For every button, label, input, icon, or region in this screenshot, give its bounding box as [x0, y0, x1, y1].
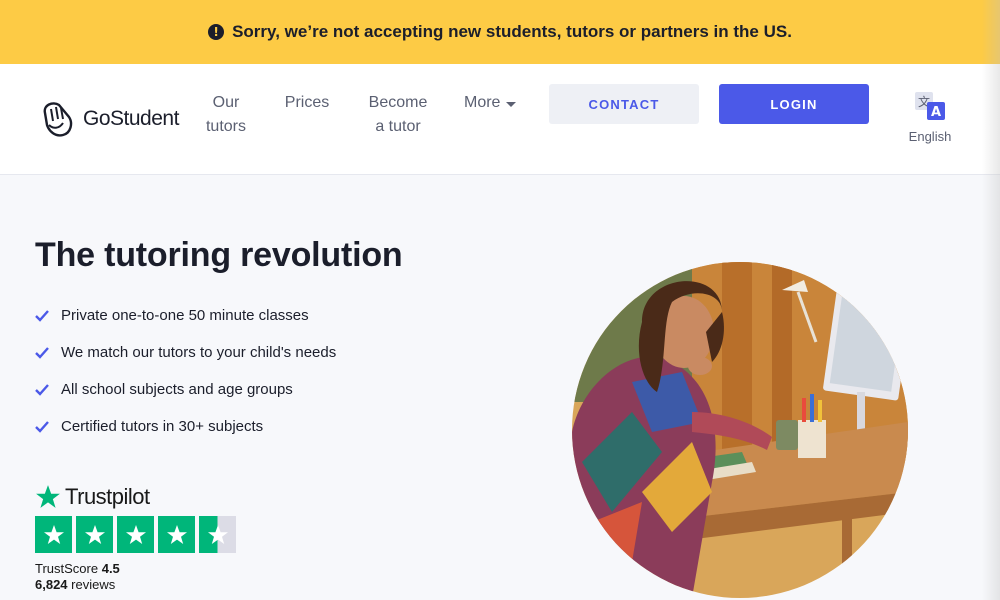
banner-text: Sorry, we’re not accepting new students,… — [232, 22, 792, 41]
rating-star — [117, 516, 154, 553]
announcement-banner: ! Sorry, we’re not accepting new student… — [0, 0, 1000, 64]
star-icon — [207, 524, 228, 544]
nav-become-line1: Become — [368, 94, 428, 111]
feature-text: Certified tutors in 30+ subjects — [61, 418, 264, 435]
feature-item: Private one-to-one 50 minute classes — [35, 297, 336, 334]
trustscore-label: TrustScore — [35, 561, 99, 576]
trustpilot-widget[interactable]: Trustpilot TrustScore 4.5 6,824 reviews — [35, 484, 236, 593]
trustpilot-brand: Trustpilot — [35, 484, 236, 510]
right-edge-shadow — [982, 0, 1000, 600]
check-icon — [35, 346, 49, 359]
brand-name: GoStudent — [83, 107, 179, 130]
feature-text: We match our tutors to your child's need… — [61, 344, 337, 361]
hero-photo — [572, 262, 908, 598]
reviews-count: 6,824 — [35, 577, 68, 592]
nav-prices[interactable]: Prices — [280, 91, 334, 115]
translate-icon: 文 A — [915, 92, 945, 120]
feature-item: All school subjects and age groups — [35, 371, 336, 408]
exclamation-circle-icon: ! — [208, 24, 225, 40]
nav-our-tutors-line1: Our — [212, 94, 240, 111]
trustpilot-rating-stars — [35, 516, 236, 553]
site-header: GoStudent Our tutors Prices Become a tut… — [0, 64, 1000, 175]
nav-more-dropdown[interactable]: More — [464, 91, 528, 115]
check-icon — [35, 383, 49, 396]
trustpilot-score: TrustScore 4.5 6,824 reviews — [35, 561, 236, 593]
caret-down-icon — [506, 101, 517, 107]
star-icon — [43, 524, 64, 544]
svg-text:A: A — [931, 105, 941, 120]
language-label: English — [908, 129, 952, 144]
student-at-desk-illustration — [572, 262, 908, 598]
rating-star — [158, 516, 195, 553]
feature-item: We match our tutors to your child's need… — [35, 334, 336, 371]
reviews-label: reviews — [71, 577, 116, 592]
star-icon — [125, 524, 146, 544]
rating-star-half — [199, 516, 236, 553]
star-icon — [84, 524, 105, 544]
rating-star — [35, 516, 72, 553]
nav-more-label: More — [464, 94, 501, 111]
rating-star — [76, 516, 113, 553]
check-icon — [35, 309, 49, 322]
feature-item: Certified tutors in 30+ subjects — [35, 408, 336, 445]
language-switcher[interactable]: 文 A English — [900, 90, 960, 144]
feature-list: Private one-to-one 50 minute classes We … — [35, 297, 336, 445]
nav-become-a-tutor[interactable]: Become a tutor — [362, 91, 434, 139]
gostudent-logo-icon — [43, 102, 73, 137]
trustpilot-star-icon — [36, 485, 60, 508]
hero-title: The tutoring revolution — [35, 236, 403, 274]
brand-logo[interactable]: GoStudent — [39, 99, 179, 139]
trustpilot-name: Trustpilot — [65, 484, 150, 509]
nav-our-tutors-line2: tutors — [205, 118, 246, 135]
nav-our-tutors[interactable]: Our tutors — [198, 91, 254, 139]
check-icon — [35, 420, 49, 433]
feature-text: Private one-to-one 50 minute classes — [61, 307, 309, 324]
feature-text: All school subjects and age groups — [61, 381, 293, 398]
login-button[interactable]: LOGIN — [719, 84, 869, 124]
nav-become-line2: a tutor — [375, 118, 421, 135]
contact-button[interactable]: CONTACT — [549, 84, 699, 124]
trustscore-value: 4.5 — [101, 561, 120, 576]
star-icon — [166, 524, 187, 544]
